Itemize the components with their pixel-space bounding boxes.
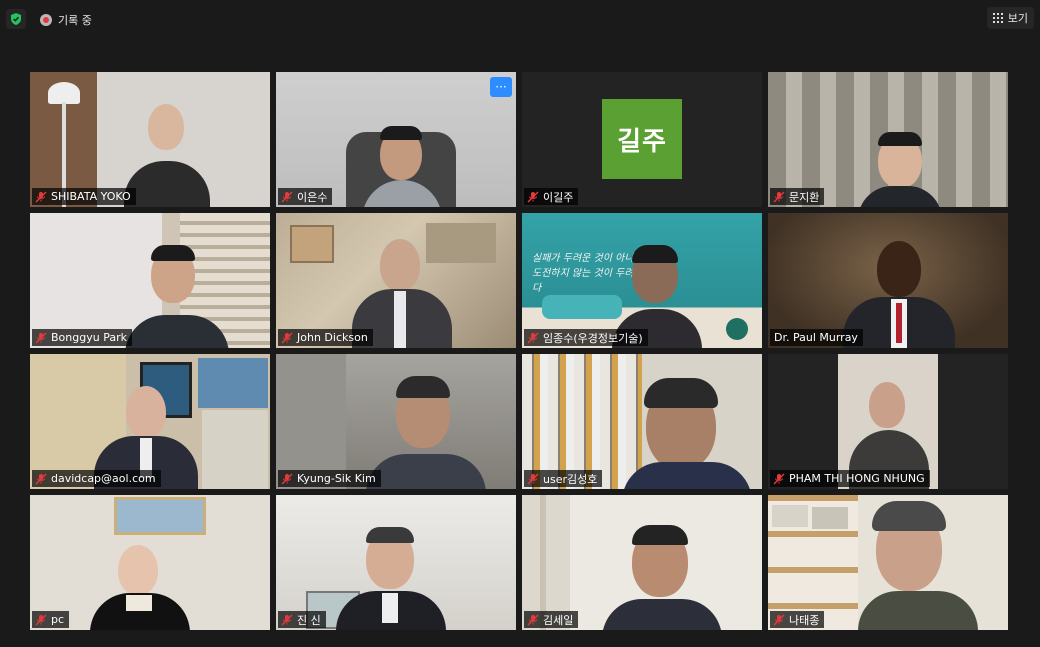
recording-label: 기록 중 xyxy=(58,14,92,27)
video-feed xyxy=(522,354,762,489)
mic-muted-icon xyxy=(35,614,47,625)
mic-muted-icon xyxy=(527,191,539,202)
participant-name: Dr. Paul Murray xyxy=(774,331,858,344)
security-shield-icon[interactable] xyxy=(6,9,26,29)
participant-name: Kyung-Sik Kim xyxy=(297,472,376,485)
mic-muted-icon xyxy=(527,473,539,484)
participant-tile[interactable]: davidcap@aol.com xyxy=(30,354,270,489)
participant-name: 나태종 xyxy=(789,613,820,627)
participant-name-tag: Kyung-Sik Kim xyxy=(278,470,381,487)
participant-name: pc xyxy=(51,613,65,626)
mic-muted-icon xyxy=(281,614,293,625)
mic-muted-icon xyxy=(35,332,47,343)
video-feed xyxy=(30,354,270,489)
participant-name-tag: 이길주 xyxy=(524,188,579,205)
participant-name: 임종수(우경정보기술) xyxy=(543,331,643,345)
participant-tile[interactable]: 진 신 xyxy=(276,495,516,630)
mic-muted-icon xyxy=(35,191,47,202)
mic-muted-icon xyxy=(35,473,47,484)
recording-icon xyxy=(40,14,52,26)
video-feed xyxy=(768,213,1008,348)
mic-muted-icon xyxy=(773,191,785,202)
participant-name: Bonggyu Park xyxy=(51,331,127,344)
participant-tile[interactable]: ··· 이은수 xyxy=(276,72,516,207)
grid-view-icon xyxy=(992,13,1003,23)
participant-tile[interactable]: 문지환 xyxy=(768,72,1008,207)
video-feed xyxy=(838,354,938,489)
mic-muted-icon xyxy=(527,614,539,625)
participant-tile-active-speaker[interactable]: Dr. Paul Murray xyxy=(768,213,1008,348)
participant-name: 문지환 xyxy=(789,190,820,204)
view-button[interactable]: 보기 xyxy=(986,7,1034,29)
participant-name: SHIBATA YOKO xyxy=(51,190,131,203)
video-feed xyxy=(276,72,516,207)
participant-tile[interactable]: PHAM THI HONG NHUNG xyxy=(768,354,1008,489)
participant-name-tag: SHIBATA YOKO xyxy=(32,188,136,205)
participant-name-tag: 문지환 xyxy=(770,188,825,205)
participant-name-tag: Dr. Paul Murray xyxy=(770,329,863,346)
participant-avatar: 길주 xyxy=(602,99,682,179)
participant-name: 진 신 xyxy=(297,613,321,627)
participant-name: 이길주 xyxy=(543,190,574,204)
participant-name: John Dickson xyxy=(297,331,368,344)
participant-name-tag: Bonggyu Park xyxy=(32,329,132,346)
video-feed: 실패가 두려운 것이 아니라 도전하지 않는 것이 두려운 것이다 xyxy=(522,213,762,348)
video-feed xyxy=(768,72,1008,207)
participant-tile[interactable]: 길주 이길주 xyxy=(522,72,762,207)
video-feed xyxy=(30,213,270,348)
participant-tile[interactable]: pc xyxy=(30,495,270,630)
participant-tile[interactable]: 김세일 xyxy=(522,495,762,630)
meeting-top-bar: 기록 중 보기 xyxy=(0,0,1040,40)
participant-name-tag: John Dickson xyxy=(278,329,373,346)
mic-muted-icon xyxy=(281,191,293,202)
participant-name-tag: user김성호 xyxy=(524,470,603,487)
participant-tile[interactable]: Kyung-Sik Kim xyxy=(276,354,516,489)
video-feed xyxy=(522,495,762,630)
ellipsis-icon: ··· xyxy=(495,80,507,94)
participant-tile[interactable]: John Dickson xyxy=(276,213,516,348)
participant-tile[interactable]: 나태종 xyxy=(768,495,1008,630)
mic-muted-icon xyxy=(281,332,293,343)
participant-name: 김세일 xyxy=(543,613,574,627)
participant-tile[interactable]: Bonggyu Park xyxy=(30,213,270,348)
video-feed xyxy=(276,213,516,348)
participant-name: davidcap@aol.com xyxy=(51,472,156,485)
participant-name-tag: 나태종 xyxy=(770,611,825,628)
participant-tile[interactable]: user김성호 xyxy=(522,354,762,489)
participant-tile[interactable]: SHIBATA YOKO xyxy=(30,72,270,207)
mic-muted-icon xyxy=(773,473,785,484)
participant-name-tag: pc xyxy=(32,611,70,628)
mic-muted-icon xyxy=(281,473,293,484)
participant-name-tag: 이은수 xyxy=(278,188,333,205)
participant-name-tag: 임종수(우경정보기술) xyxy=(524,329,648,346)
mic-muted-icon xyxy=(773,614,785,625)
mic-muted-icon xyxy=(527,332,539,343)
video-feed xyxy=(276,495,516,630)
avatar-text: 길주 xyxy=(617,126,667,157)
participant-tile[interactable]: 실패가 두려운 것이 아니라 도전하지 않는 것이 두려운 것이다 임종수(우경… xyxy=(522,213,762,348)
participant-name-tag: 진 신 xyxy=(278,611,326,628)
video-feed xyxy=(276,354,516,489)
view-label: 보기 xyxy=(1007,12,1028,25)
company-logo-icon xyxy=(726,318,748,340)
participant-name-tag: 김세일 xyxy=(524,611,579,628)
participant-name: 이은수 xyxy=(297,190,328,204)
participant-name-tag: PHAM THI HONG NHUNG xyxy=(770,470,930,487)
video-feed xyxy=(768,495,1008,630)
participant-name: PHAM THI HONG NHUNG xyxy=(789,472,925,485)
recording-indicator[interactable]: 기록 중 xyxy=(40,11,92,29)
video-feed xyxy=(30,72,270,207)
participant-name: user김성호 xyxy=(543,472,598,486)
video-feed xyxy=(30,495,270,630)
participant-name-tag: davidcap@aol.com xyxy=(32,470,161,487)
more-options-button[interactable]: ··· xyxy=(490,77,512,97)
